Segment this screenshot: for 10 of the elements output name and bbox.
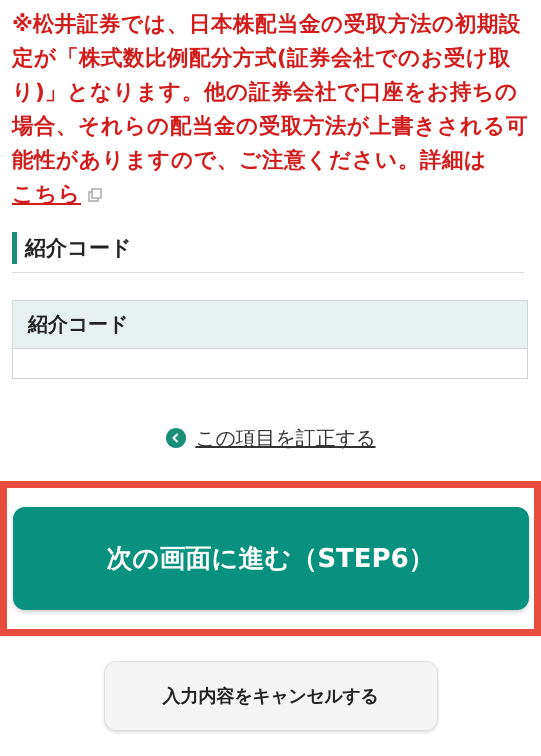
next-step-button[interactable]: 次の画面に進む（STEP6）	[12, 507, 528, 610]
correct-link[interactable]: この項目を訂正する	[196, 424, 376, 452]
back-chevron-icon	[166, 428, 186, 448]
external-window-icon	[87, 187, 103, 204]
table-header: 紹介コード	[13, 301, 527, 349]
details-link[interactable]: こちら	[12, 182, 81, 207]
section-title: 紹介コード	[25, 235, 132, 262]
accent-bar	[12, 232, 17, 264]
notice-text: ※松井証券では、日本株配当金の受取方法の初期設定が「株式数比例配分方式(証券会社でのお受け取り)」となります。他の証券会社で口座をお持ちの場合、それらの配当金の受取方法が上書きされる可能性がありますので、ご注意ください。詳細は こちら	[12, 11, 529, 209]
cancel-button[interactable]: 入力内容をキャンセルする	[104, 661, 438, 731]
